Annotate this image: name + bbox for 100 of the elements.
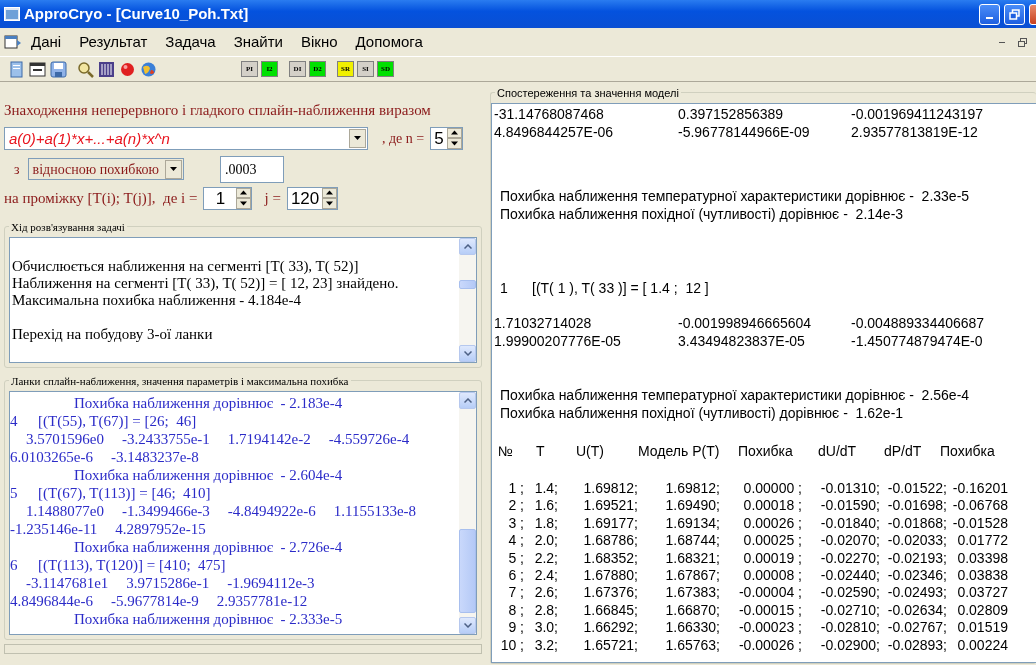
- caret-icon: [353, 135, 362, 141]
- window-icon[interactable]: [29, 60, 46, 78]
- menu-item[interactable]: Знайти: [224, 30, 292, 54]
- table-cell-text: 1.69812;: [582, 480, 638, 498]
- maximize-button[interactable]: [1004, 3, 1025, 25]
- table-cell-text: -0.16201: [951, 480, 1008, 498]
- magnifier-icon[interactable]: [77, 60, 94, 78]
- coefficient: 6.0103265e-6: [10, 447, 93, 466]
- table-cell-text: -0.02033;: [886, 532, 947, 550]
- document-icon: [4, 34, 22, 50]
- column-header: dU/dT: [818, 442, 858, 460]
- log-line: Наближення на сегменті [T( 33), T( 52)] = [ 12, 23] знайдено.: [12, 274, 400, 292]
- menu-item[interactable]: Допомога: [346, 30, 432, 54]
- table-cell-text: -0.02810;: [819, 619, 880, 637]
- ball-icon[interactable]: [119, 60, 136, 78]
- dropdown-button[interactable]: [164, 159, 182, 179]
- table-cell-text: 1.67867;: [664, 567, 720, 585]
- grid-icon[interactable]: [98, 60, 115, 78]
- segment-number: 4: [10, 411, 19, 430]
- globe-icon[interactable]: [140, 60, 157, 78]
- scrollbar[interactable]: [459, 237, 476, 362]
- dropdown-button[interactable]: [349, 128, 366, 148]
- table-cell-text: 1.4;: [533, 480, 558, 498]
- chevron-up-icon: [463, 397, 472, 403]
- start-index-spinner[interactable]: 1: [203, 186, 253, 210]
- caret-up-icon: [240, 190, 248, 196]
- menu-item[interactable]: Дані: [22, 30, 71, 54]
- table-cell-text: 1.67376;: [582, 584, 638, 602]
- segment-range: [(T(113), T(120)] = [410; 475]: [38, 555, 226, 574]
- scroll-thumb[interactable]: [459, 279, 476, 289]
- coefficient: -5.9677814e-9: [110, 591, 199, 610]
- tolerance-field[interactable]: .0003: [219, 155, 284, 183]
- table-cell-text: -0.02193;: [886, 549, 947, 568]
- table-cell-text: -0.00004 ;: [737, 584, 802, 602]
- table-cell-text: -0.00026 ;: [737, 636, 802, 655]
- caret-up-icon: [450, 130, 458, 136]
- table-cell-text: -0.02634;: [886, 601, 947, 620]
- table-cell-text: 5 ;: [507, 549, 524, 568]
- end-index-spinner[interactable]: 120: [286, 186, 339, 210]
- spin-up-button[interactable]: [322, 187, 338, 198]
- table-cell-text: 3.0;: [533, 619, 558, 637]
- table-cell-text: 1.66330;: [664, 619, 720, 637]
- error-line: Похибка наближення дорівнює - 2.604e-4: [73, 465, 344, 484]
- degree-spinner[interactable]: 5: [430, 126, 463, 150]
- menu-item[interactable]: Результат: [70, 30, 157, 54]
- spin-down-button[interactable]: [322, 198, 338, 209]
- error-mode-dropdown[interactable]: відносною похибкою: [27, 158, 184, 180]
- restore-icon: [1017, 37, 1027, 47]
- log-line: Обчислюється наближення на сегменті [T( 33), T( 52)]: [12, 257, 360, 275]
- table-cell-text: 0.03727: [956, 584, 1008, 602]
- error-summary: Похибка наближення похідної (чутливості) дорівнює - 2.14e-3: [500, 205, 905, 223]
- scroll-thumb[interactable]: [459, 528, 476, 613]
- coefficient: -4.8494922e-6: [227, 501, 316, 520]
- column-header: Похибка: [738, 442, 794, 460]
- table-cell-text: -0.02270;: [819, 549, 880, 568]
- minimize-button[interactable]: [979, 3, 1000, 25]
- coefficient: -31.14768087468: [494, 105, 605, 123]
- table-cell-text: 1.67383;: [664, 584, 720, 602]
- scrollbar[interactable]: [459, 391, 476, 634]
- table-cell-text: 0.01519: [956, 619, 1008, 637]
- spin-down-button[interactable]: [446, 138, 462, 149]
- chevron-down-icon: [463, 622, 472, 628]
- table-cell-text: 1.68352;: [582, 549, 638, 568]
- menu-item[interactable]: Вікно: [292, 30, 347, 54]
- table-cell-text: -0.06768: [951, 497, 1008, 515]
- table-cell-text: 2 ;: [507, 497, 524, 515]
- spin-up-button[interactable]: [446, 127, 462, 138]
- table-cell-text: 9 ;: [507, 619, 524, 637]
- caret-icon: [240, 200, 248, 206]
- scroll-up-button[interactable]: [459, 237, 476, 255]
- spin-up-button[interactable]: [236, 187, 252, 198]
- table-cell-text: -0.01698;: [886, 497, 947, 515]
- table-cell-text: -0.02590;: [819, 584, 880, 602]
- table-cell-text: 1.69134;: [664, 514, 720, 533]
- table-cell-text: 3 ;: [507, 514, 524, 533]
- table-cell-text: 2.0;: [533, 532, 558, 550]
- table-cell-text: 1.68786;: [582, 532, 638, 550]
- table-cell-text: 1.68321;: [664, 549, 720, 568]
- formula-dropdown[interactable]: a(0)+a(1)*x+...+a(n)*x^n: [4, 126, 368, 150]
- save-icon[interactable]: [50, 60, 67, 78]
- table-cell-text: 1.69812;: [664, 480, 720, 498]
- coefficient: 1.1155133e-8: [333, 501, 417, 520]
- coefficient: -4.559726e-4: [328, 429, 410, 448]
- coefficient: -0.001969411243197: [851, 105, 985, 123]
- table-cell-text: 1.8;: [533, 514, 558, 533]
- column-header: T: [536, 442, 546, 460]
- table-cell-text: 1.6;: [533, 497, 558, 515]
- coefficient: -0.001998946665604: [678, 314, 813, 332]
- scroll-down-button[interactable]: [459, 616, 476, 634]
- coefficient: 1.7194142e-2: [227, 429, 311, 448]
- column-header: №: [498, 442, 515, 460]
- segment-number: 5: [10, 483, 19, 502]
- log-line: Максимальна похибка наближення - 4.184e-4: [12, 291, 302, 309]
- field-label: j =: [264, 188, 281, 208]
- spin-down-button[interactable]: [236, 198, 252, 209]
- table-cell-text: 0.00026 ;: [742, 514, 802, 533]
- coefficient: 1.1488077e0: [26, 501, 104, 520]
- scroll-down-button[interactable]: [459, 344, 476, 362]
- scroll-up-button[interactable]: [459, 391, 476, 409]
- menu-item[interactable]: Задача: [156, 30, 225, 54]
